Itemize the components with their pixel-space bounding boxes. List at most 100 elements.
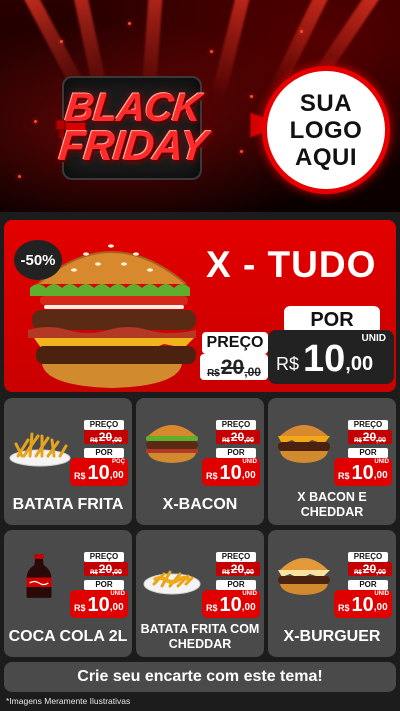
new-price-integer: 10: [219, 594, 242, 616]
header-banner: BLACK FRIDAY SUA LOGO AQUI: [0, 0, 400, 212]
old-price: R$ 20 ,00: [84, 430, 128, 444]
product-name: COCA COLA 2L: [8, 628, 128, 645]
new-price-decimal: ,00: [345, 353, 374, 375]
spark: [210, 50, 213, 53]
old-price-decimal: ,00: [244, 437, 254, 444]
logo-placeholder[interactable]: SUA LOGO AQUI: [262, 66, 390, 194]
old-price-decimal: ,00: [244, 569, 254, 576]
new-price-integer: 10: [219, 462, 242, 484]
new-price-integer: 10: [87, 594, 110, 616]
new-price: UNID R$ 10 ,00: [268, 330, 394, 384]
preco-label: PREÇO: [202, 332, 268, 354]
product-card[interactable]: PREÇO R$ 20 ,00 POR UNID R$ 10 ,00 X-BUR…: [268, 530, 396, 657]
black-friday-badge: BLACK FRIDAY: [48, 72, 281, 184]
por-label: POR: [84, 580, 124, 590]
old-price-integer: 20: [220, 356, 245, 379]
old-price-currency: R$: [90, 438, 98, 444]
old-price-integer: 20: [362, 430, 377, 444]
preco-label: PREÇO: [216, 552, 256, 562]
por-label: POR: [216, 580, 256, 590]
new-price-decimal: ,00: [109, 470, 124, 481]
featured-title: X - TUDO: [206, 244, 377, 285]
por-label: POR: [84, 448, 124, 458]
old-price-integer: 20: [98, 430, 113, 444]
old-price-integer: 20: [230, 562, 245, 576]
old-price: R$ 20 ,00: [348, 562, 392, 576]
product-card[interactable]: PREÇO R$ 20 ,00 POR UNID R$ 10 ,00 X BAC…: [268, 398, 396, 525]
old-price-currency: R$: [222, 570, 230, 576]
old-price-currency: R$: [354, 570, 362, 576]
cheddar-fries-icon: [143, 570, 201, 595]
light-beam: [211, 0, 254, 99]
logo-text: LOGO: [289, 116, 363, 144]
new-price-currency: R$: [338, 471, 350, 481]
new-price-integer: 10: [87, 462, 110, 484]
logo-text: SUA: [299, 89, 353, 117]
spark: [250, 95, 253, 98]
por-label: POR: [348, 580, 388, 590]
product-card[interactable]: PREÇO R$ 20 ,00 POR POÇ R$ 10 ,00 BATATA…: [4, 398, 132, 525]
old-price-currency: R$: [90, 570, 98, 576]
old-price-decimal: ,00: [376, 569, 386, 576]
new-price: UNID R$ 10 ,00: [334, 590, 392, 618]
old-price-decimal: ,00: [376, 437, 386, 444]
old-price: R$ 20 ,00: [200, 354, 268, 380]
product-name: X-BACON: [162, 496, 238, 513]
preco-label: PREÇO: [84, 420, 124, 430]
fries-icon: [9, 432, 71, 467]
old-price-currency: R$: [207, 368, 220, 379]
badge-text-friday: FRIDAY: [56, 122, 210, 169]
product-card[interactable]: PREÇO R$ 20 ,00 POR UNID R$ 10 ,00 COCA …: [4, 530, 132, 657]
new-price-decimal: ,00: [241, 602, 256, 613]
product-name: BATATA FRITA: [12, 496, 124, 513]
new-price-decimal: ,00: [373, 470, 388, 481]
new-price-currency: R$: [74, 471, 86, 481]
por-label: POR: [216, 448, 256, 458]
cheeseburger-icon: [278, 558, 330, 595]
old-price: R$ 20 ,00: [216, 562, 260, 576]
new-price: POÇ R$ 10 ,00: [70, 458, 128, 486]
new-price-currency: R$: [276, 354, 300, 374]
cta-banner[interactable]: Crie seu encarte com este tema!: [4, 662, 396, 692]
new-price-integer: 10: [303, 338, 346, 380]
spark: [300, 30, 303, 33]
old-price-decimal: ,00: [112, 569, 122, 576]
spark: [60, 40, 63, 43]
spark: [240, 150, 243, 153]
new-price-currency: R$: [206, 603, 218, 613]
old-price-decimal: ,00: [244, 365, 261, 379]
product-name: X BACON E CHEDDAR: [297, 490, 367, 519]
old-price: R$ 20 ,00: [348, 430, 392, 444]
new-price-decimal: ,00: [373, 602, 388, 613]
old-price-decimal: ,00: [112, 437, 122, 444]
burger-icon: [146, 425, 198, 463]
featured-product-card[interactable]: -50% X - TUDO POR PREÇO R$ 20 ,00 UNID R…: [4, 220, 396, 392]
spark: [34, 120, 37, 123]
old-price: R$ 20 ,00: [216, 430, 260, 444]
old-price-currency: R$: [222, 438, 230, 444]
soda-bottle-icon: [26, 554, 52, 598]
new-price-currency: R$: [206, 471, 218, 481]
product-name: BATATA FRITA COM CHEDDAR: [140, 622, 260, 651]
cheddar-burger-icon: [278, 425, 330, 463]
new-price-decimal: ,00: [241, 470, 256, 481]
old-price-integer: 20: [230, 430, 245, 444]
new-price-integer: 10: [351, 594, 374, 616]
preco-label: PREÇO: [216, 420, 256, 430]
product-card[interactable]: PREÇO R$ 20 ,00 POR UNID R$ 10 ,00 BATAT…: [136, 530, 264, 657]
discount-badge: -50%: [14, 240, 62, 280]
preco-label: PREÇO: [348, 420, 388, 430]
new-price-decimal: ,00: [109, 602, 124, 613]
preco-label: PREÇO: [348, 552, 388, 562]
por-label: POR: [348, 448, 388, 458]
new-price: UNID R$ 10 ,00: [202, 590, 260, 618]
product-card[interactable]: PREÇO R$ 20 ,00 POR UNID R$ 10 ,00 X-BAC…: [136, 398, 264, 525]
new-price-currency: R$: [74, 603, 86, 613]
old-price-currency: R$: [354, 438, 362, 444]
old-price-integer: 20: [362, 562, 377, 576]
new-price: UNID R$ 10 ,00: [70, 590, 128, 618]
spark: [18, 175, 21, 178]
new-price-currency: R$: [338, 603, 350, 613]
old-price: R$ 20 ,00: [84, 562, 128, 576]
spark: [128, 22, 131, 25]
